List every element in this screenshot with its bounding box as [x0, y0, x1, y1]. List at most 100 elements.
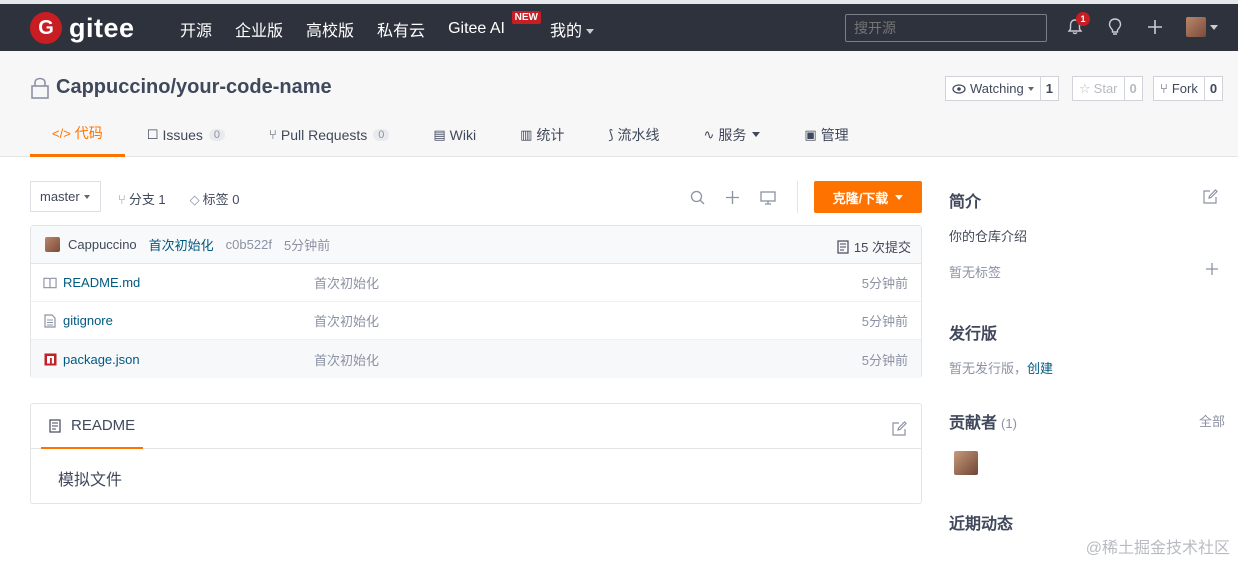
file-row[interactable]: gitignore 首次初始化 5分钟前 [31, 302, 921, 340]
edit-readme-button[interactable] [892, 421, 907, 439]
watch-label-wrap: Watching [946, 77, 1041, 100]
npm-icon [43, 352, 57, 366]
clone-download-button[interactable]: 克隆/下载 [814, 181, 922, 213]
star-control[interactable]: ☆ Star 0 [1072, 76, 1143, 101]
notification-button[interactable]: 1 [1064, 12, 1090, 38]
star-count: 0 [1129, 81, 1137, 96]
commit-message[interactable]: 首次初始化 [149, 235, 214, 254]
tab-pull-requests-label: Pull Requests [280, 126, 368, 143]
user-avatar [1186, 17, 1206, 37]
tags-link[interactable]: ◇ 标签 0 [190, 189, 252, 208]
latest-commit: Cappuccino 首次初始化 c0b522f 5分钟前 15 次提交 [31, 226, 921, 264]
add-tag-button[interactable] [1205, 262, 1219, 279]
watch-button[interactable]: Watching 1 [945, 76, 1059, 101]
file-row[interactable]: README.md 首次初始化 5分钟前 [31, 264, 921, 302]
lightbulb-button[interactable] [1104, 16, 1126, 38]
gitee-logo[interactable]: G gitee [30, 12, 135, 44]
file-name[interactable]: package.json [63, 352, 314, 367]
file-row[interactable]: package.json 首次初始化 5分钟前 [31, 340, 921, 378]
create-release-link[interactable]: 创建 [1027, 361, 1053, 376]
tab-services[interactable]: ∿ 服务 [681, 112, 782, 157]
file-commit-message[interactable]: 首次初始化 [314, 273, 379, 292]
nav-gitee-ai[interactable]: Gitee AI NEW [448, 11, 541, 38]
release-title: 发行版 [949, 326, 998, 343]
edit-icon [892, 421, 907, 436]
services-icon: ∿ [703, 126, 715, 142]
commits-icon [837, 239, 849, 254]
document-icon [49, 418, 61, 433]
contributor-avatar[interactable] [954, 451, 978, 475]
release-info: 暂无发行版，创建 [949, 358, 1053, 377]
readme-panel: README 模拟文件 [30, 403, 922, 504]
nav-private-cloud[interactable]: 私有云 [377, 17, 425, 41]
plus-icon [1148, 20, 1162, 34]
nav-mine[interactable]: 我的 [550, 17, 594, 41]
user-menu[interactable] [1184, 16, 1220, 38]
create-button[interactable] [1144, 16, 1166, 38]
tab-stats[interactable]: ▥ 统计 [498, 112, 586, 157]
readme-tab[interactable]: README [41, 404, 144, 449]
star-icon: ☆ [1079, 80, 1091, 96]
commit-author[interactable]: Cappuccino [68, 237, 137, 252]
edit-intro-button[interactable] [1203, 189, 1218, 207]
file-time: 5分钟前 [861, 276, 908, 291]
star-button[interactable]: ☆ Star 0 [1072, 76, 1143, 101]
contributors-count: (1) [1001, 416, 1017, 431]
branch-select[interactable]: master [30, 181, 101, 212]
lightbulb-icon [1108, 18, 1122, 35]
commit-time: 5分钟前 [283, 238, 331, 253]
clone-label: 克隆/下载 [832, 190, 889, 206]
search-files-button[interactable] [689, 189, 706, 206]
no-tags-text: 暂无标签 [949, 265, 1002, 280]
top-navbar: G gitee 开源 企业版 高校版 私有云 Gitee AI NEW 我的 1 [0, 0, 1238, 51]
plus-icon [726, 191, 739, 204]
pull-requests-count: 0 [373, 128, 390, 141]
repo-name[interactable]: Cappuccino/your-code-name [56, 76, 332, 99]
chevron-down-icon [895, 194, 904, 200]
repo-title: Cappuccino/your-code-name [30, 76, 332, 99]
tab-pipeline[interactable]: ⟆ 流水线 [586, 112, 681, 157]
issues-count: 0 [208, 128, 226, 141]
readme-header: README [31, 404, 921, 449]
tab-code[interactable]: </> 代码 [30, 112, 125, 157]
nav-open-source[interactable]: 开源 [180, 17, 212, 41]
search-input[interactable] [845, 14, 1047, 42]
tab-wiki[interactable]: ▤ Wiki [411, 112, 498, 157]
fork-button[interactable]: ⑂ Fork 0 [1153, 76, 1224, 101]
tab-pull-requests[interactable]: ⑂ Pull Requests 0 [247, 112, 411, 157]
nav-mine-label: 我的 [549, 23, 582, 40]
new-badge: NEW [511, 11, 541, 24]
readme-content: 模拟文件 [58, 472, 123, 489]
fork-control[interactable]: ⑂ Fork 0 [1153, 76, 1224, 101]
readme-tab-label: README [71, 417, 136, 434]
stats-icon: ▥ [520, 126, 533, 142]
code-icon: </> [52, 125, 71, 141]
contributors-title: 贡献者 [949, 415, 998, 432]
add-file-button[interactable] [724, 189, 741, 206]
branches-link[interactable]: ⑂ 分支 1 [118, 189, 178, 208]
pipeline-icon: ⟆ [608, 126, 614, 142]
commit-author-avatar[interactable] [45, 237, 60, 252]
star-label-wrap: ☆ Star [1073, 77, 1125, 100]
commit-count-link[interactable]: 15 次提交 [837, 237, 911, 256]
branch-info: ⑂ 分支 1 ◇ 标签 0 [118, 189, 264, 208]
watch-control[interactable]: Watching 1 [945, 76, 1059, 101]
monitor-icon [759, 191, 776, 205]
file-commit-message[interactable]: 首次初始化 [314, 311, 379, 330]
tags-label: 标签 0 [202, 192, 240, 207]
web-ide-button[interactable] [759, 189, 776, 206]
tab-pipeline-label: 流水线 [617, 126, 660, 143]
tab-issues-label: Issues [162, 126, 203, 143]
all-contributors-link[interactable]: 全部 [1199, 411, 1225, 430]
nav-education[interactable]: 高校版 [306, 17, 354, 41]
file-commit-message[interactable]: 首次初始化 [314, 350, 379, 369]
tab-manage[interactable]: ▣ 管理 [782, 112, 870, 157]
file-name[interactable]: README.md [63, 275, 314, 290]
release-section: 发行版 暂无发行版，创建 [949, 306, 1225, 394]
commit-hash[interactable]: c0b522f [226, 237, 272, 252]
contributors-heading: 贡献者 (1) [949, 409, 1017, 433]
file-time: 5分钟前 [861, 314, 908, 329]
nav-enterprise[interactable]: 企业版 [235, 17, 283, 41]
file-name[interactable]: gitignore [63, 313, 314, 328]
tab-issues[interactable]: ☐ Issues 0 [125, 112, 247, 157]
